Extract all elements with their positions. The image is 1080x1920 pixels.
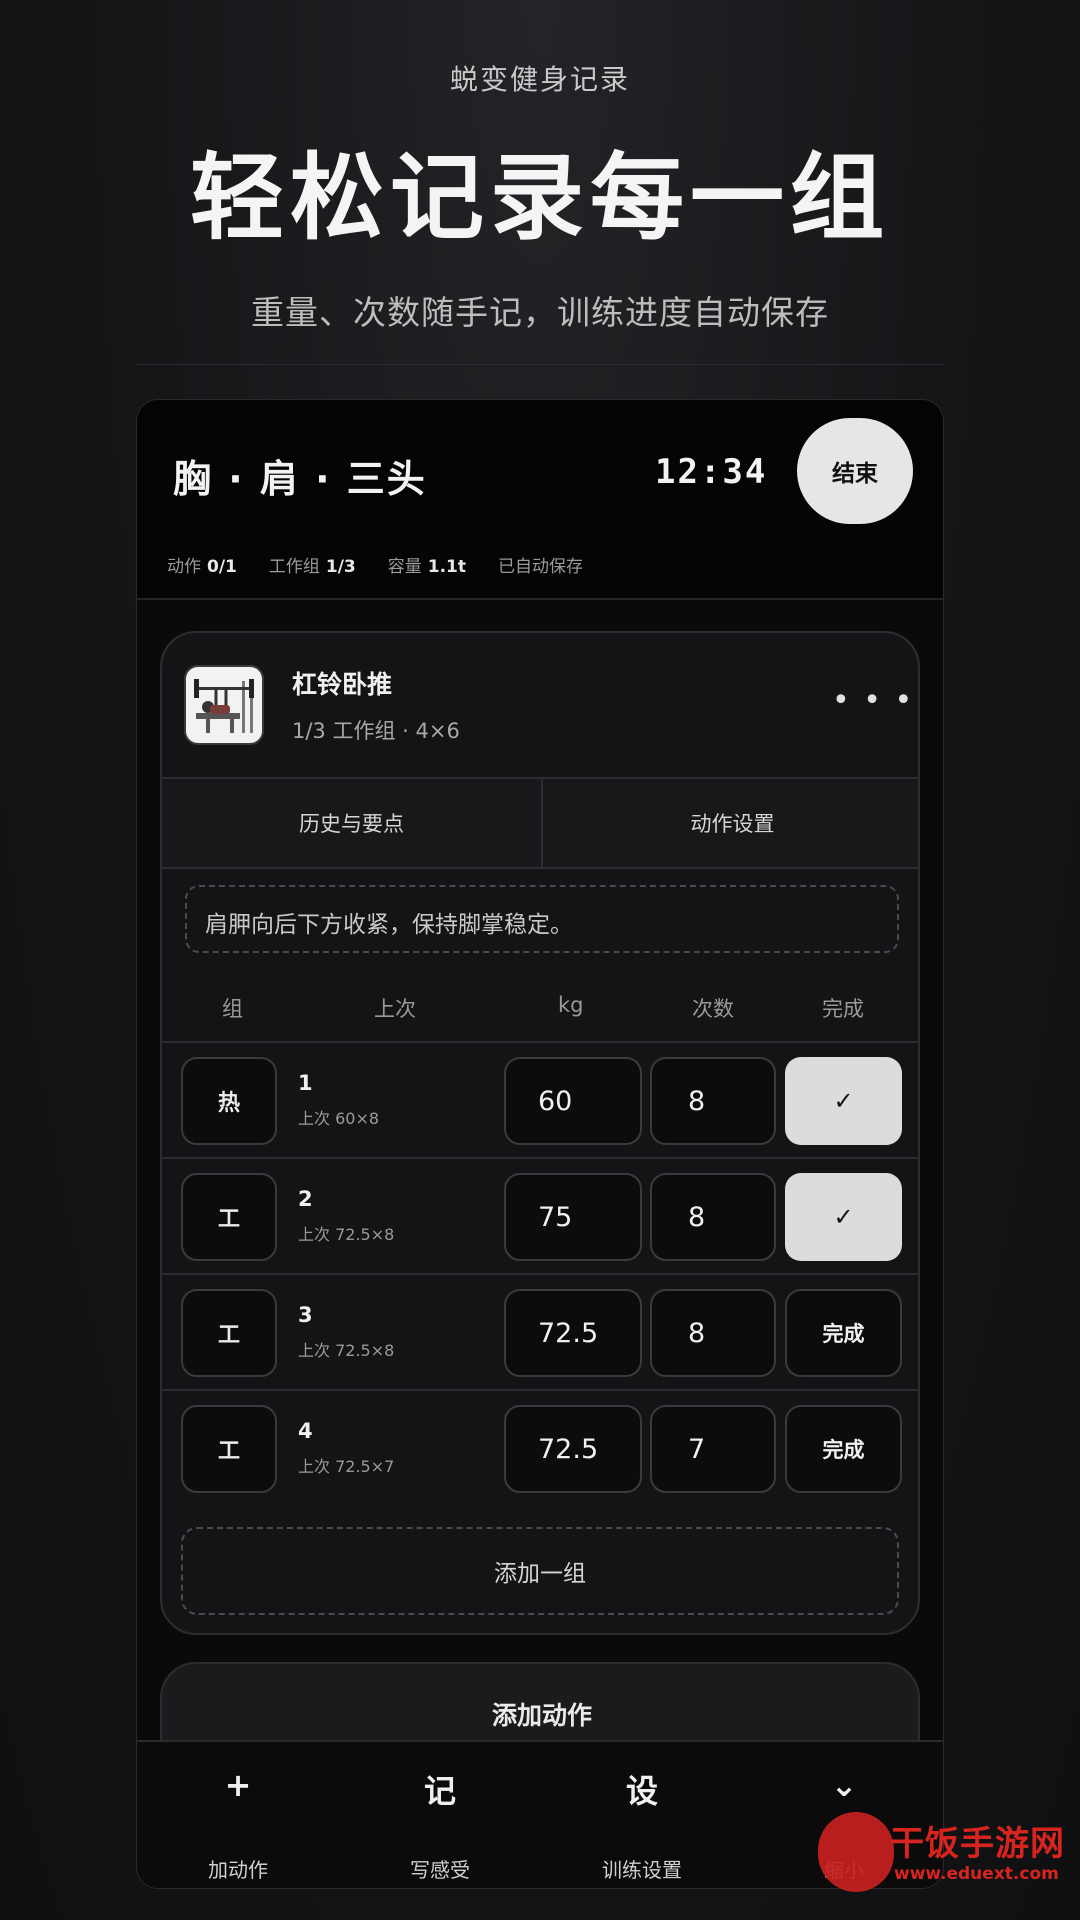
add-set-button[interactable]: 添加一组 [181, 1527, 899, 1615]
set-complete-button[interactable]: 完成 [785, 1405, 902, 1493]
set-number: 1 [298, 1071, 313, 1095]
set-complete-button[interactable]: ✓ [785, 1173, 902, 1261]
phone-screen: 胸 · 肩 · 三头 12:34 结束 动作 0/1 工作组 1/3 容量 1.1t … [136, 399, 944, 1889]
column-previous: 上次 [374, 997, 416, 1021]
set-type-toggle[interactable]: 热 [181, 1057, 277, 1145]
add-exercise-button[interactable]: 添加动作 [162, 1696, 922, 1732]
set-number: 4 [298, 1419, 313, 1443]
plus-icon: + [224, 1766, 252, 1804]
watermark-text: 干饭手游网 [890, 1824, 1065, 1864]
reps-input[interactable]: 8 [650, 1173, 776, 1261]
tab-exercise-settings[interactable]: 动作设置 [541, 779, 918, 867]
exercise-thumbnail[interactable] [184, 665, 264, 745]
set-previous: 上次 72.5×7 [298, 1457, 395, 1476]
column-set: 组 [222, 997, 243, 1021]
watermark-logo [818, 1812, 894, 1892]
column-reps: 次数 [692, 997, 734, 1021]
weight-input[interactable]: 72.5 [504, 1289, 642, 1377]
stat-working-sets: 工作组 1/3 [268, 557, 356, 577]
set-previous: 上次 60×8 [298, 1109, 380, 1128]
watermark-url: www.eduext.com [894, 1864, 1059, 1884]
set-previous: 上次 72.5×8 [298, 1225, 395, 1244]
stat-volume: 容量 1.1t [387, 557, 466, 577]
set-number: 3 [298, 1303, 313, 1327]
set-row: 工 2 上次 72.5×8 75 8 ✓ [162, 1157, 918, 1273]
set-type-toggle[interactable]: 工 [181, 1173, 277, 1261]
workout-timer: 12:34 [655, 452, 768, 492]
workout-stats: 动作 0/1 工作组 1/3 容量 1.1t 已自动保存 [167, 552, 583, 577]
nav-write-notes[interactable]: 记 写感受 [339, 1742, 541, 1888]
exercise-name: 杠铃卧推 [292, 670, 393, 699]
set-row: 工 3 上次 72.5×8 72.5 8 完成 [162, 1273, 918, 1389]
exercise-meta: 1/3 工作组 · 4×6 [292, 719, 460, 743]
weight-input[interactable]: 75 [504, 1173, 642, 1261]
autosave-status: 已自动保存 [498, 557, 583, 577]
settings-icon: 设 [625, 1772, 658, 1810]
set-row: 工 4 上次 72.5×7 72.5 7 完成 [162, 1389, 918, 1505]
nav-workout-settings[interactable]: 设 训练设置 [541, 1742, 743, 1888]
reps-input[interactable]: 7 [650, 1405, 776, 1493]
set-row: 热 1 上次 60×8 60 8 ✓ [162, 1041, 918, 1157]
exercise-card: 杠铃卧推 1/3 工作组 · 4×6 • • • 历史与要点 动作设置 肩胛向后… [160, 631, 920, 1635]
set-number: 2 [298, 1187, 313, 1211]
end-workout-button[interactable]: 结束 [797, 418, 913, 524]
nav-label: 加动作 [208, 1858, 268, 1882]
tab-history-tips[interactable]: 历史与要点 [162, 779, 541, 867]
promo-divider [136, 364, 944, 365]
exercise-tabs: 历史与要点 动作设置 [162, 777, 918, 869]
chevron-down-icon: ⌄ [830, 1766, 858, 1804]
weight-input[interactable]: 60 [504, 1057, 642, 1145]
promo-title: 轻松记录每一组 [189, 144, 890, 253]
set-type-toggle[interactable]: 工 [181, 1289, 277, 1377]
promo-description: 重量、次数随手记，训练进度自动保存 [251, 293, 829, 332]
nav-add-exercise[interactable]: + 加动作 [137, 1742, 339, 1888]
weight-input[interactable]: 72.5 [504, 1405, 642, 1493]
set-complete-button[interactable]: ✓ [785, 1057, 902, 1145]
nav-label: 写感受 [410, 1858, 470, 1882]
note-icon: 记 [423, 1772, 456, 1810]
column-done: 完成 [822, 997, 864, 1021]
nav-label: 训练设置 [602, 1858, 682, 1882]
sets-table-header: 组 上次 kg 次数 完成 [162, 987, 918, 1027]
set-type-toggle[interactable]: 工 [181, 1405, 277, 1493]
exercise-note[interactable]: 肩胛向后下方收紧，保持脚掌稳定。 [185, 885, 899, 953]
stat-exercises: 动作 0/1 [167, 557, 237, 577]
set-complete-button[interactable]: 完成 [785, 1289, 902, 1377]
workout-header: 胸 · 肩 · 三头 12:34 结束 动作 0/1 工作组 1/3 容量 1.1t … [137, 400, 943, 600]
set-previous: 上次 72.5×8 [298, 1341, 395, 1360]
more-icon[interactable]: • • • [832, 683, 914, 718]
reps-input[interactable]: 8 [650, 1289, 776, 1377]
bench-press-icon [194, 679, 254, 733]
column-kg: kg [558, 993, 584, 1017]
reps-input[interactable]: 8 [650, 1057, 776, 1145]
promo-subtitle: 蜕变健身记录 [449, 63, 630, 96]
watermark: 干饭手游网 www.eduext.com [818, 1806, 1068, 1902]
session-title: 胸 · 肩 · 三头 [173, 457, 427, 501]
